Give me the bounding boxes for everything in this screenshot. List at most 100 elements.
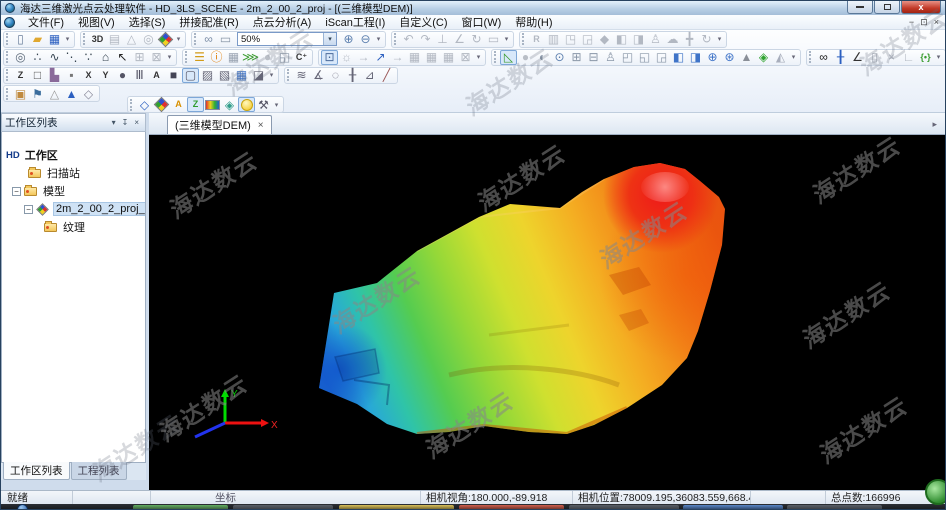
zoom-in-icon[interactable]: ⊕ bbox=[340, 32, 357, 47]
cloud-icon[interactable]: ☁ bbox=[664, 32, 681, 47]
person-flag-icon[interactable]: ⚑ bbox=[29, 86, 46, 101]
corner-icon[interactable]: ∟ bbox=[900, 50, 917, 65]
collapse-icon[interactable]: ⊟ bbox=[585, 50, 602, 65]
glasses-icon[interactable]: ∞ bbox=[815, 50, 832, 65]
fan-icon[interactable]: ≋ bbox=[293, 68, 310, 83]
stamp-icon[interactable]: ▙ bbox=[46, 68, 63, 83]
sheet-icon[interactable]: ▯ bbox=[866, 50, 883, 65]
a-letter-icon[interactable]: A bbox=[148, 68, 165, 83]
half-square-icon[interactable]: ◪ bbox=[250, 68, 267, 83]
plus-bars-icon[interactable]: ╂ bbox=[344, 68, 361, 83]
split-left-icon[interactable]: ◧ bbox=[613, 32, 630, 47]
menu-item-cloud-analysis[interactable]: 点云分析(A) bbox=[246, 14, 319, 30]
globe-icon[interactable]: ◐ bbox=[534, 50, 551, 65]
open-folder-icon[interactable]: ▰ bbox=[29, 32, 46, 47]
toolbar-overflow[interactable]: ▾ bbox=[502, 35, 511, 43]
menu-item-help[interactable]: 帮助(H) bbox=[508, 14, 559, 30]
mdi-minimize-icon[interactable]: − bbox=[909, 17, 914, 28]
start-orb[interactable] bbox=[17, 504, 28, 510]
grid-select-icon[interactable]: ⊞ bbox=[131, 50, 148, 65]
toolbar-overflow[interactable]: ▾ bbox=[789, 53, 798, 61]
taskbar-button[interactable] bbox=[459, 505, 564, 510]
tab-close-icon[interactable]: × bbox=[258, 120, 264, 131]
binoculars-icon[interactable]: ◎ bbox=[140, 32, 157, 47]
arrow-export2-icon[interactable]: → bbox=[389, 50, 406, 65]
pick-undo-icon[interactable]: ⋱ bbox=[63, 50, 80, 65]
marquee-icon[interactable]: ▭ bbox=[217, 32, 234, 47]
undo-icon[interactable]: ↶ bbox=[400, 32, 417, 47]
link-icon[interactable]: ∞ bbox=[200, 32, 217, 47]
triangle-gray-icon[interactable]: △ bbox=[46, 86, 63, 101]
minimize-button[interactable] bbox=[847, 1, 873, 14]
hand-card-icon[interactable]: ▣ bbox=[12, 86, 29, 101]
magnify-icon[interactable]: ⊙ bbox=[551, 50, 568, 65]
lasso-icon[interactable]: ∿ bbox=[46, 50, 63, 65]
tree-node-root[interactable]: HD 工作区 bbox=[2, 146, 145, 164]
notification-badge[interactable] bbox=[925, 479, 946, 505]
sphere-axis-icon[interactable]: ⊕ bbox=[704, 50, 721, 65]
save-icon[interactable]: ▦ bbox=[46, 32, 63, 47]
taskbar-button[interactable] bbox=[339, 505, 454, 510]
person-icon[interactable]: ♙ bbox=[602, 50, 619, 65]
pen-icon[interactable]: ╱ bbox=[378, 68, 395, 83]
target-circle-icon[interactable]: ◎ bbox=[12, 50, 29, 65]
protractor-icon[interactable]: ⊿ bbox=[361, 68, 378, 83]
box-c-icon[interactable]: ◲ bbox=[653, 50, 670, 65]
pick-add-icon[interactable]: ∵ bbox=[80, 50, 97, 65]
crop-rect-icon[interactable]: ▭ bbox=[485, 32, 502, 47]
x-axis-icon[interactable]: X bbox=[80, 68, 97, 83]
c-plus-icon[interactable]: C⁺ bbox=[293, 50, 310, 65]
outline-square-icon[interactable]: □ bbox=[29, 68, 46, 83]
redo-icon[interactable]: ↷ bbox=[417, 32, 434, 47]
tab-workspace-list[interactable]: 工作区列表 bbox=[3, 462, 70, 480]
triangle-blue-icon[interactable]: ▲ bbox=[63, 86, 80, 101]
panel-menu-icon[interactable]: ▾ bbox=[109, 118, 119, 127]
menu-item-window[interactable]: 窗口(W) bbox=[455, 14, 509, 30]
menu-item-file[interactable]: 文件(F) bbox=[21, 14, 71, 30]
cube-blue2-icon[interactable]: ◨ bbox=[687, 50, 704, 65]
grid-dots3-icon[interactable]: ▦ bbox=[440, 50, 457, 65]
grid-dots2-icon[interactable]: ▦ bbox=[423, 50, 440, 65]
panel-close-icon[interactable]: × bbox=[131, 118, 142, 127]
dot-icon[interactable]: ● bbox=[114, 68, 131, 83]
taskbar-button[interactable] bbox=[233, 505, 333, 510]
frame-target-icon[interactable]: ⊡ bbox=[321, 50, 338, 65]
target-diamond-icon[interactable]: ◈ bbox=[755, 50, 772, 65]
info-icon[interactable]: ⓘ bbox=[208, 50, 225, 65]
expand-icon[interactable]: ⊞ bbox=[568, 50, 585, 65]
refresh-icon[interactable]: ↻ bbox=[468, 32, 485, 47]
toolbar-overflow[interactable]: ▾ bbox=[934, 53, 943, 61]
box-a-icon[interactable]: ◰ bbox=[619, 50, 636, 65]
box-b-icon[interactable]: ◱ bbox=[636, 50, 653, 65]
vertical-ruler-icon[interactable]: ╂ bbox=[832, 50, 849, 65]
arrow-export-icon[interactable]: → bbox=[355, 50, 372, 65]
arrow-diag-icon[interactable]: ↗ bbox=[372, 50, 389, 65]
panel-pin-icon[interactable]: ↧ bbox=[119, 118, 132, 127]
label-a-icon[interactable]: A bbox=[170, 97, 187, 112]
document-tab[interactable]: (三维模型DEM) × bbox=[167, 115, 272, 134]
gear-dash-icon[interactable]: ◌ bbox=[327, 68, 344, 83]
grid-x-icon[interactable]: ⊠ bbox=[457, 50, 474, 65]
label-z-icon[interactable]: Z bbox=[187, 97, 204, 112]
polygon-select-icon[interactable]: ⌂ bbox=[97, 50, 114, 65]
angle-ruler-icon[interactable]: ∠ bbox=[849, 50, 866, 65]
menu-item-select[interactable]: 选择(S) bbox=[122, 14, 173, 30]
z-axis-icon[interactable]: Z bbox=[12, 68, 29, 83]
maximize-button[interactable] bbox=[874, 1, 900, 14]
pyramid-icon[interactable]: △ bbox=[123, 32, 140, 47]
print-icon[interactable]: ▤ bbox=[106, 32, 123, 47]
paste-icon[interactable]: ▥ bbox=[545, 32, 562, 47]
mdi-close-icon[interactable]: × bbox=[934, 17, 939, 28]
menu-item-view[interactable]: 视图(V) bbox=[71, 14, 122, 30]
sphere-gray-icon[interactable]: ● bbox=[259, 50, 276, 65]
diamond-icon[interactable]: ◆ bbox=[596, 32, 613, 47]
taskbar-button[interactable] bbox=[787, 505, 882, 510]
axis-move-icon[interactable]: ∠ bbox=[451, 32, 468, 47]
toolbar-overflow[interactable]: ▾ bbox=[374, 35, 383, 43]
toolbar-overflow[interactable]: ▾ bbox=[715, 35, 724, 43]
toolbar-overflow[interactable]: ▾ bbox=[174, 35, 183, 43]
toolbar-overflow[interactable]: ▾ bbox=[474, 53, 483, 61]
cube-icon[interactable]: ◱ bbox=[276, 50, 293, 65]
toolbar-overflow[interactable]: ▾ bbox=[63, 35, 72, 43]
brace-target-icon[interactable]: {•} bbox=[917, 50, 934, 65]
